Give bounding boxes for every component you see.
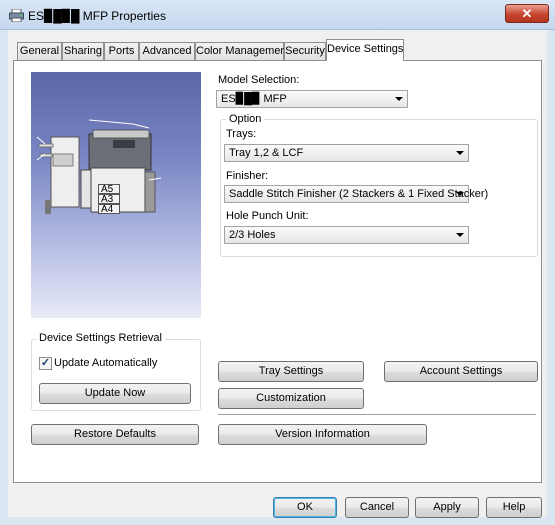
hole-punch-label: Hole Punch Unit: (226, 210, 309, 222)
tab-general[interactable]: General (17, 42, 62, 60)
tab-security[interactable]: Security (284, 42, 326, 60)
apply-button[interactable]: Apply (415, 497, 479, 518)
option-legend: Option (226, 113, 265, 125)
tray-settings-button[interactable]: Tray Settings (218, 361, 364, 382)
tab-device-settings[interactable]: Device Settings (326, 39, 404, 61)
chevron-down-icon (456, 233, 464, 237)
ok-button[interactable]: OK (273, 497, 337, 518)
model-selection-label: Model Selection: (218, 74, 300, 86)
separator-line (218, 414, 536, 415)
chevron-down-icon (456, 151, 464, 155)
model-selection-dropdown[interactable]: ES▉█▉ MFP (216, 90, 408, 108)
window-title: ES▉█▉█ MFP Properties (28, 9, 166, 23)
update-automatically-checkbox[interactable]: ✓ (39, 357, 52, 370)
cancel-button[interactable]: Cancel (345, 497, 409, 518)
tab-advanced[interactable]: Advanced (139, 42, 195, 60)
paper-size-a3: A3 (98, 194, 120, 205)
help-button[interactable]: Help (486, 497, 542, 518)
retrieval-legend: Device Settings Retrieval (36, 332, 165, 344)
window-border-bottom (0, 517, 555, 525)
customization-button[interactable]: Customization (218, 388, 364, 409)
chevron-down-icon (395, 97, 403, 101)
update-automatically-label: Update Automatically (54, 357, 158, 369)
tab-color-management[interactable]: Color Management (195, 42, 290, 60)
paper-size-a4: A4 (98, 204, 120, 215)
version-information-button[interactable]: Version Information (218, 424, 427, 445)
window-border-left (0, 30, 8, 525)
printer-icon (9, 9, 24, 22)
restore-defaults-button[interactable]: Restore Defaults (31, 424, 199, 445)
finisher-dropdown[interactable]: Saddle Stitch Finisher (2 Stackers & 1 F… (224, 185, 488, 203)
account-settings-button[interactable]: Account Settings (384, 361, 538, 382)
tab-sharing[interactable]: Sharing (62, 42, 104, 60)
model-selection-value: ES▉█▉ MFP (221, 93, 287, 105)
close-button[interactable]: ✕ (505, 4, 549, 23)
trays-value: Tray 1,2 & LCF (229, 147, 304, 159)
update-now-button[interactable]: Update Now (39, 383, 191, 404)
trays-dropdown[interactable]: Tray 1,2 & LCF (224, 144, 469, 162)
hole-punch-value: 2/3 Holes (229, 229, 276, 241)
chevron-down-icon (456, 192, 464, 196)
hole-punch-dropdown[interactable]: 2/3 Holes (224, 226, 469, 244)
finisher-label: Finisher: (226, 170, 269, 182)
window-border-right (547, 30, 555, 525)
trays-label: Trays: (226, 128, 257, 140)
paper-size-a5: A5 (98, 184, 120, 195)
finisher-value: Saddle Stitch Finisher (2 Stackers & 1 F… (229, 188, 489, 200)
tab-ports[interactable]: Ports (104, 42, 139, 60)
